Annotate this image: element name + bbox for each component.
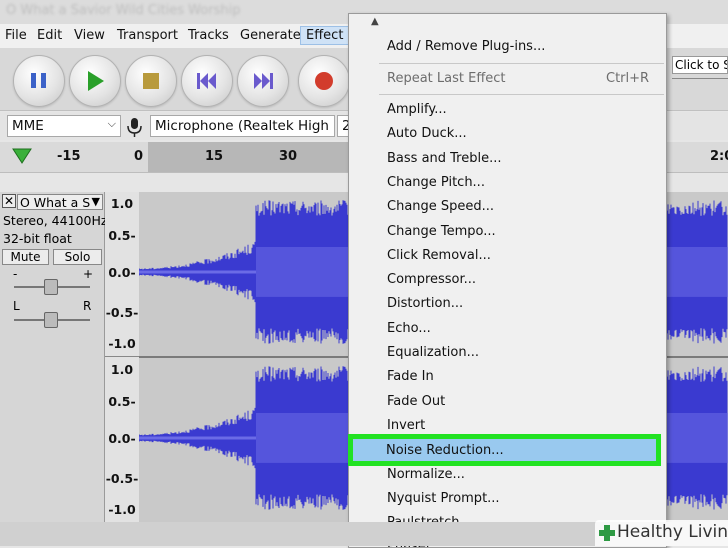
menu-edit[interactable]: Edit xyxy=(32,27,67,44)
menu-item-fade-in[interactable]: Fade In xyxy=(387,369,434,384)
solo-button[interactable]: Solo xyxy=(53,249,102,265)
ruler-tick: 0 xyxy=(134,149,144,164)
menu-item-normalize[interactable]: Normalize... xyxy=(387,467,465,482)
skip-to-end-button[interactable] xyxy=(237,55,289,107)
menu-item-echo[interactable]: Echo... xyxy=(387,321,431,336)
mute-button[interactable]: Mute xyxy=(2,249,49,265)
scale-label: -1.0 xyxy=(108,336,136,351)
menu-item-add-remove-plugins[interactable]: Add / Remove Plug-ins... xyxy=(387,39,545,54)
audio-host-value: MME xyxy=(12,118,44,134)
track-name: O What a S xyxy=(20,195,91,210)
record-icon xyxy=(315,72,333,90)
scale-label: -1.0 xyxy=(108,502,136,517)
menu-view[interactable]: View xyxy=(69,27,110,44)
meter-click-to-start[interactable]: Click to Sta xyxy=(672,56,728,74)
track-format: Stereo, 44100Hz xyxy=(3,213,108,228)
play-icon xyxy=(88,71,104,91)
menu-effect[interactable]: Effect xyxy=(300,26,350,45)
scale-label: 1.0 xyxy=(110,196,134,211)
window-title: O What a Savior Wild Cities Worship xyxy=(6,3,241,18)
pan-right-label: R xyxy=(83,299,92,313)
scale-label: 0.5- xyxy=(108,228,136,243)
menu-item-amplify[interactable]: Amplify... xyxy=(387,102,447,117)
menu-tracks[interactable]: Tracks xyxy=(183,27,234,44)
scroll-up-icon[interactable]: ▲ xyxy=(371,16,379,27)
watermark: Healthy Living xyxy=(595,520,728,546)
menu-transport[interactable]: Transport xyxy=(112,27,183,44)
scale-label: -0.5- xyxy=(105,305,139,320)
scale-label: 1.0 xyxy=(110,362,134,377)
stop-icon xyxy=(143,73,159,89)
scale-label: -0.5- xyxy=(105,471,139,486)
skip-to-start-button[interactable] xyxy=(181,55,233,107)
chevron-down-icon: ⌵ xyxy=(107,117,116,130)
menu-item-bass-and-treble[interactable]: Bass and Treble... xyxy=(387,151,502,166)
microphone-icon xyxy=(127,118,142,137)
menu-item-noise-reduction[interactable]: Noise Reduction... xyxy=(386,443,504,458)
menu-item-invert[interactable]: Invert xyxy=(387,418,425,433)
menu-item-auto-duck[interactable]: Auto Duck... xyxy=(387,126,467,141)
ruler-selection-region xyxy=(148,142,348,172)
meter-scale xyxy=(672,78,728,99)
watermark-text: Healthy Living xyxy=(617,522,728,542)
stop-button[interactable] xyxy=(125,55,177,107)
menu-generate[interactable]: Generate xyxy=(235,27,306,44)
menu-item-equalization[interactable]: Equalization... xyxy=(387,345,479,360)
pause-button[interactable] xyxy=(13,55,65,107)
gain-max-label: + xyxy=(83,267,94,281)
pause-icon xyxy=(31,73,46,88)
healthy-living-logo-icon xyxy=(599,525,615,541)
play-button[interactable] xyxy=(69,55,121,107)
effect-dropdown-menu: ▲ Add / Remove Plug-ins... Repeat Last E… xyxy=(348,13,667,548)
track-name-menu[interactable]: O What a S ▼ xyxy=(17,194,103,210)
menu-item-change-tempo[interactable]: Change Tempo... xyxy=(387,224,496,239)
recording-device-select[interactable]: Microphone (Realtek High D xyxy=(150,115,335,137)
close-track-icon[interactable]: ✕ xyxy=(2,194,16,208)
scale-label: 0.0- xyxy=(108,265,136,280)
ruler-tick: 2:0 xyxy=(710,149,728,164)
gain-min-label: - xyxy=(13,267,18,281)
ruler-tick: 30 xyxy=(279,149,298,164)
chevron-down-icon: ▼ xyxy=(91,195,100,208)
scale-label: 0.0- xyxy=(108,431,136,446)
gain-slider-thumb[interactable] xyxy=(44,279,58,295)
menu-file[interactable]: File xyxy=(0,27,32,44)
menu-item-repeat-last-effect: Repeat Last Effect xyxy=(387,71,506,86)
amplitude-scale: 1.0 0.5- 0.0- -0.5- -1.0 1.0 0.5- 0.0- -… xyxy=(105,192,140,522)
audio-host-select[interactable]: MME ⌵ xyxy=(7,115,121,137)
skip-to-end-icon xyxy=(254,73,273,89)
pan-left-label: L xyxy=(13,299,20,313)
scale-label: 0.5- xyxy=(108,394,136,409)
track-control-panel: ✕ O What a S ▼ Stereo, 44100Hz 32-bit fl… xyxy=(0,192,108,522)
ruler-tick: -15 xyxy=(57,149,81,164)
record-button[interactable] xyxy=(298,55,350,107)
menu-separator xyxy=(379,63,664,64)
menu-item-change-speed[interactable]: Change Speed... xyxy=(387,199,494,214)
menu-item-compressor[interactable]: Compressor... xyxy=(387,272,476,287)
skip-to-start-icon xyxy=(197,73,216,89)
pan-slider-thumb[interactable] xyxy=(44,312,58,328)
menu-item-distortion[interactable]: Distortion... xyxy=(387,296,463,311)
channel-divider xyxy=(105,356,139,357)
timeline-play-head-icon xyxy=(12,148,32,164)
menu-item-nyquist-prompt[interactable]: Nyquist Prompt... xyxy=(387,491,500,506)
track-bitdepth: 32-bit float xyxy=(3,231,72,246)
menu-item-fade-out[interactable]: Fade Out xyxy=(387,394,445,409)
recording-device-value: Microphone (Realtek High D xyxy=(155,118,335,134)
repeat-shortcut: Ctrl+R xyxy=(606,71,650,86)
ruler-tick: 15 xyxy=(205,149,224,164)
menu-item-click-removal[interactable]: Click Removal... xyxy=(387,248,491,263)
menu-item-change-pitch[interactable]: Change Pitch... xyxy=(387,175,485,190)
menu-separator xyxy=(379,94,664,95)
